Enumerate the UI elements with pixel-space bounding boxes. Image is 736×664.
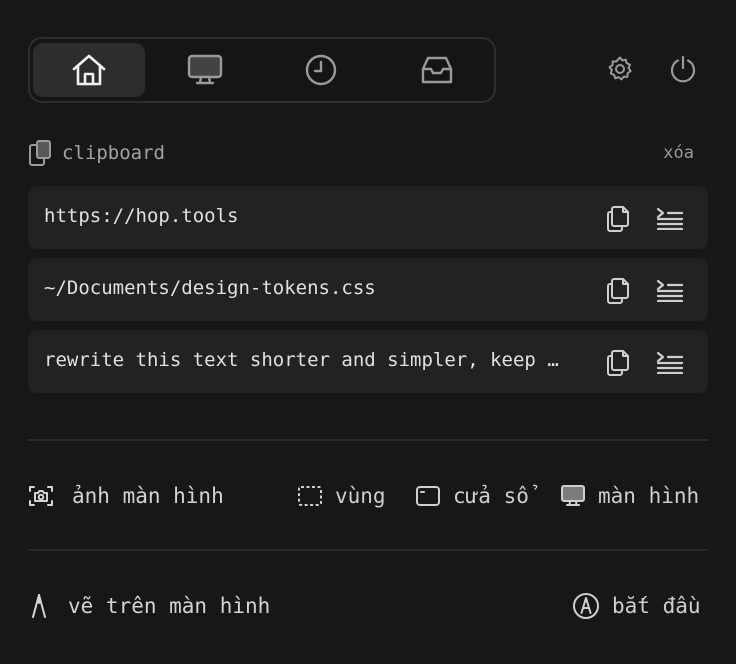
capture-window-label: cửa sổ (453, 484, 529, 508)
draw-label: vẽ trên màn hình (28, 588, 270, 624)
power-button[interactable] (666, 52, 700, 86)
clear-clipboard-button[interactable]: xóa (663, 143, 694, 163)
screenshot-row: ảnh màn hình vùng cửa sổ màn hình (28, 478, 708, 514)
tab-display[interactable] (149, 43, 261, 97)
tab-inbox[interactable] (381, 43, 493, 97)
home-icon (71, 53, 107, 87)
pen-nib-icon (28, 592, 50, 620)
clock-icon (304, 53, 338, 87)
monitor-icon (560, 484, 586, 508)
camera-icon (28, 484, 54, 508)
divider (28, 439, 708, 441)
power-icon (669, 55, 697, 83)
text-insert-icon (656, 278, 684, 302)
clipboard-title: clipboard (62, 142, 165, 164)
capture-region-label: vùng (335, 484, 386, 508)
draw-row: vẽ trên màn hình bắt đầu (28, 588, 708, 624)
capture-screen-button[interactable]: màn hình (560, 478, 699, 514)
copy-icon (605, 347, 631, 377)
window-icon (415, 485, 441, 507)
inbox-icon (419, 55, 455, 85)
copy-icon (605, 203, 631, 233)
clipboard-item-text: ~/Documents/design-tokens.css (44, 277, 376, 299)
screenshot-label: ảnh màn hình (28, 478, 224, 514)
clipboard-item[interactable]: https://hop.tools (28, 186, 708, 249)
insert-button[interactable] (654, 202, 686, 234)
text-insert-icon (656, 206, 684, 230)
clipboard-item-text: https://hop.tools (44, 205, 239, 227)
monitor-icon (187, 54, 223, 86)
start-drawing-label: bắt đầu (612, 594, 701, 618)
copy-button[interactable] (602, 202, 634, 234)
insert-button[interactable] (654, 346, 686, 378)
text-insert-icon (656, 350, 684, 374)
screenshot-title: ảnh màn hình (72, 484, 224, 508)
divider (28, 549, 708, 551)
clipboard-header: clipboard xóa (28, 138, 708, 168)
tab-home[interactable] (33, 43, 145, 97)
pen-circle-icon (572, 592, 600, 620)
insert-button[interactable] (654, 274, 686, 306)
region-icon (297, 485, 323, 507)
clipboard-item[interactable]: rewrite this text shorter and simpler, k… (28, 330, 708, 393)
gear-icon (606, 55, 634, 83)
copy-icon (605, 275, 631, 305)
clipboard-icon (28, 139, 52, 167)
clipboard-item[interactable]: ~/Documents/design-tokens.css (28, 258, 708, 321)
clipboard-item-text: rewrite this text shorter and simpler, k… (44, 349, 564, 371)
capture-region-button[interactable]: vùng (297, 478, 386, 514)
settings-button[interactable] (603, 52, 637, 86)
capture-window-button[interactable]: cửa sổ (415, 478, 529, 514)
tab-bar (28, 37, 496, 103)
tab-history[interactable] (265, 43, 377, 97)
draw-title: vẽ trên màn hình (68, 594, 271, 618)
copy-button[interactable] (602, 346, 634, 378)
capture-screen-label: màn hình (598, 484, 700, 508)
start-drawing-button[interactable]: bắt đầu (572, 588, 701, 624)
copy-button[interactable] (602, 274, 634, 306)
